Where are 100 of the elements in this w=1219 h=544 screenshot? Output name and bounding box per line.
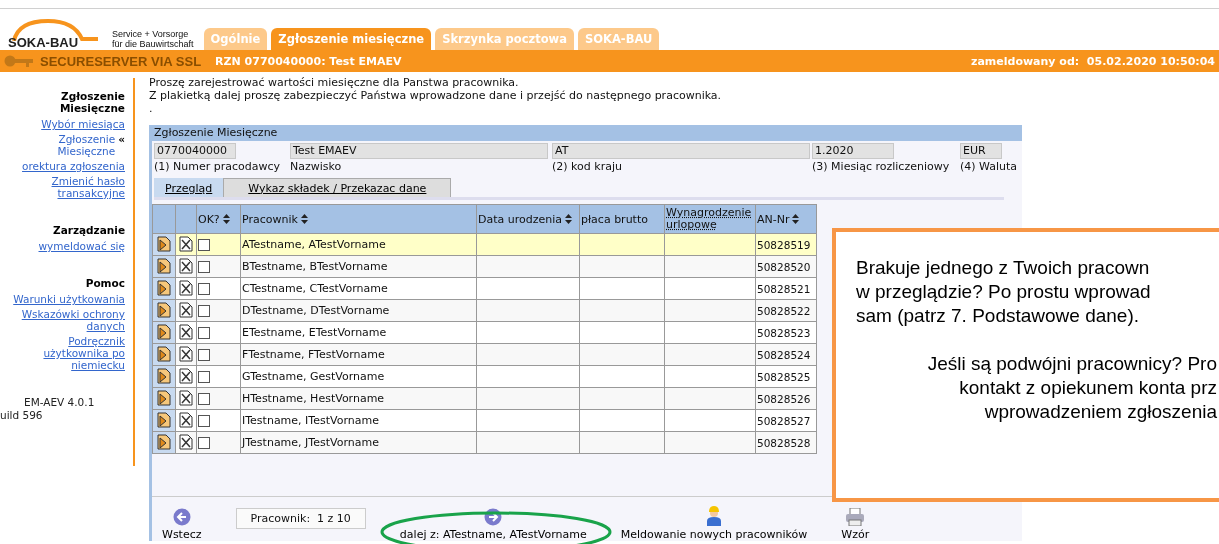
secure-server-text: SECURESERVER VIA SSL — [40, 53, 202, 69]
sidebar-link[interactable]: wymeldować się — [38, 240, 125, 252]
document-arrow-icon — [156, 301, 172, 318]
ok-checkbox[interactable] — [198, 415, 210, 427]
footer-button[interactable]: Wstecz — [162, 508, 202, 541]
sort-icon — [565, 214, 573, 224]
panel-title: Zgłoszenie Miesięczne — [152, 125, 1022, 141]
callout-text: wprowadzeniem zgłoszenia — [984, 400, 1217, 424]
an-number-cell: 50828523 — [755, 321, 817, 344]
column-header[interactable]: OK? — [196, 204, 241, 234]
document-cross-icon — [179, 323, 193, 340]
ok-checkbox[interactable] — [198, 371, 210, 383]
employee-name-cell: JTestname, JTestVorname — [240, 431, 477, 454]
document-arrow-icon — [156, 257, 172, 274]
edit-cell[interactable] — [152, 277, 176, 300]
edit-cell[interactable] — [152, 255, 176, 278]
edit-cell[interactable] — [152, 387, 176, 410]
table-header — [152, 204, 176, 234]
edit-cell[interactable] — [152, 409, 176, 432]
printer-icon — [845, 508, 866, 526]
tagline-text: für die Bauwirtschaft — [112, 39, 194, 49]
field-label: (2) kod kraju — [552, 160, 622, 173]
tagline-text: Service + Vorsorge — [112, 29, 190, 39]
field-label: (1) Numer pracodawcy — [154, 160, 281, 173]
ok-checkbox[interactable] — [198, 239, 210, 251]
employee-counter: Pracownik: 1 z 10 — [235, 508, 366, 529]
employee-name-cell: FTestname, FTestVorname — [240, 343, 477, 366]
instruction-text: Proszę zarejestrować wartości miesięczne dla Panstwa pracownika. — [149, 76, 519, 89]
document-cross-icon — [179, 301, 193, 318]
sidebar-link[interactable]: Wskazówki ochrony danych — [0, 308, 125, 332]
ok-checkbox[interactable] — [198, 283, 210, 295]
callout-text: sam (patrz 7. Podstawowe dane). — [856, 304, 1140, 328]
document-cross-icon — [179, 257, 193, 274]
document-cross-icon — [179, 235, 193, 252]
edit-cell[interactable] — [152, 343, 176, 366]
edit-cell[interactable] — [152, 365, 176, 388]
sub-tab[interactable]: Wykaz składek / Przekazac dane — [223, 178, 452, 197]
sidebar-link[interactable]: orektura zgłoszenia — [22, 160, 125, 172]
account-text: RZN 0770040000: Test EMAEV — [215, 54, 402, 68]
field-label: (4) Waluta — [960, 160, 1018, 173]
column-header[interactable]: AN-Nr — [755, 204, 817, 234]
sort-icon — [300, 214, 308, 224]
sidebar-link[interactable]: Wybór miesiąca — [41, 118, 125, 130]
sub-tab[interactable]: Przegląd — [154, 178, 224, 197]
ok-checkbox[interactable] — [198, 327, 210, 339]
ok-checkbox[interactable] — [198, 349, 210, 361]
employee-name-cell: CTestname, CTestVorname — [240, 277, 477, 300]
document-cross-icon — [179, 367, 193, 384]
ok-checkbox[interactable] — [198, 305, 210, 317]
sidebar-link[interactable]: Warunki użytkowania — [13, 293, 125, 305]
table-header — [175, 204, 197, 234]
employee-name-cell: HTestname, HestVorname — [240, 387, 477, 410]
version-text: uild 596 — [0, 409, 43, 421]
callout-text: Jeśli są podwójni pracownicy? Pro — [927, 352, 1217, 376]
delete-cell[interactable] — [175, 277, 197, 300]
sort-icon — [792, 214, 800, 224]
key-icon — [4, 54, 34, 68]
an-number-cell: 50828521 — [755, 277, 817, 300]
column-header: płaca brutto — [579, 204, 665, 234]
footer-button[interactable]: Meldowanie nowych pracowników — [620, 506, 808, 541]
document-arrow-icon — [156, 279, 172, 296]
delete-cell[interactable] — [175, 365, 197, 388]
document-cross-icon — [179, 389, 193, 406]
document-arrow-icon — [156, 367, 172, 384]
column-header: Wynagrodzenie urlopowe — [664, 204, 756, 234]
login-time-text: zameldowany od: 05.02.2020 10:50:04 — [971, 54, 1215, 68]
sidebar-link[interactable]: Podręcznik użytkownika po niemiecku — [0, 335, 125, 371]
document-cross-icon — [179, 411, 193, 428]
callout-text: kontakt z opiekunem konta prz — [959, 376, 1217, 400]
footer-button[interactable]: dalej z: ATestname, ATestVorname — [399, 508, 587, 541]
ok-checkbox[interactable] — [198, 393, 210, 405]
column-header[interactable]: Pracownik — [240, 204, 477, 234]
delete-cell[interactable] — [175, 409, 197, 432]
footer-button[interactable]: Wzór — [841, 508, 870, 541]
readonly-field: 0770040000 — [154, 143, 236, 159]
document-arrow-icon — [156, 345, 172, 362]
current-marker: « — [118, 133, 125, 145]
readonly-field: AT — [552, 143, 810, 159]
sort-icon — [222, 214, 230, 224]
field-label: Nazwisko — [290, 160, 342, 173]
document-cross-icon — [179, 433, 193, 450]
edit-cell[interactable] — [152, 431, 176, 454]
logo-text: SOKA-BAU — [8, 35, 79, 50]
sidebar-link[interactable]: Zmienić hasło transakcyjne — [0, 175, 125, 199]
version-text: EM-AEV 4.0.1 — [24, 396, 95, 408]
edit-cell[interactable] — [152, 299, 176, 322]
document-cross-icon — [179, 279, 193, 296]
edit-cell[interactable] — [152, 321, 176, 344]
employee-name-cell: ITestname, ITestVorname — [240, 409, 477, 432]
document-arrow-icon — [156, 235, 172, 252]
document-arrow-icon — [156, 411, 172, 428]
sidebar-heading: Pomoc — [85, 277, 125, 289]
field-label: (3) Miesiąc rozliczeniowy — [812, 160, 950, 173]
ok-checkbox[interactable] — [198, 261, 210, 273]
person-icon — [706, 506, 722, 526]
column-header[interactable]: Data urodzenia — [476, 204, 580, 234]
delete-cell[interactable] — [175, 321, 197, 344]
ok-checkbox[interactable] — [198, 437, 210, 449]
edit-cell[interactable] — [152, 233, 176, 256]
document-cross-icon — [179, 345, 193, 362]
